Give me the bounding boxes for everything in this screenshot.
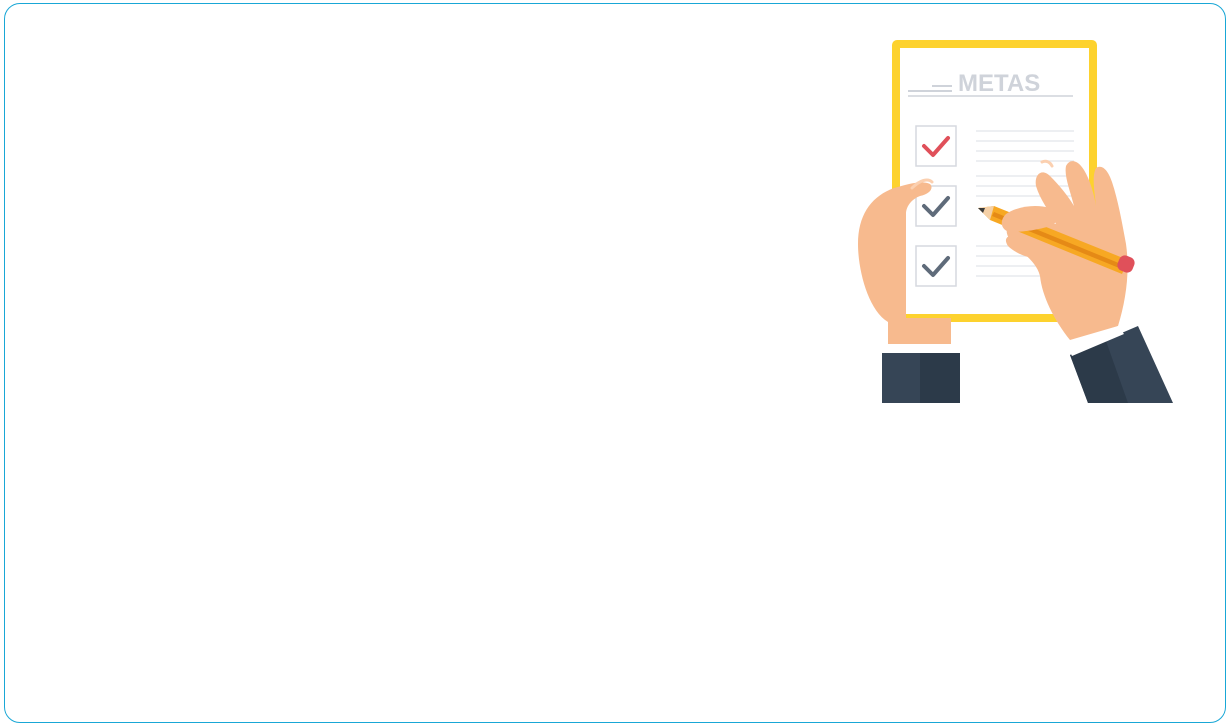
left-sleeve — [882, 353, 960, 403]
right-sleeve — [1068, 326, 1173, 403]
goals-checklist-illustration: METAS — [858, 40, 1173, 403]
checklist-title: METAS — [958, 70, 1040, 97]
checklist-item — [915, 245, 957, 287]
checklist-item — [915, 125, 957, 167]
